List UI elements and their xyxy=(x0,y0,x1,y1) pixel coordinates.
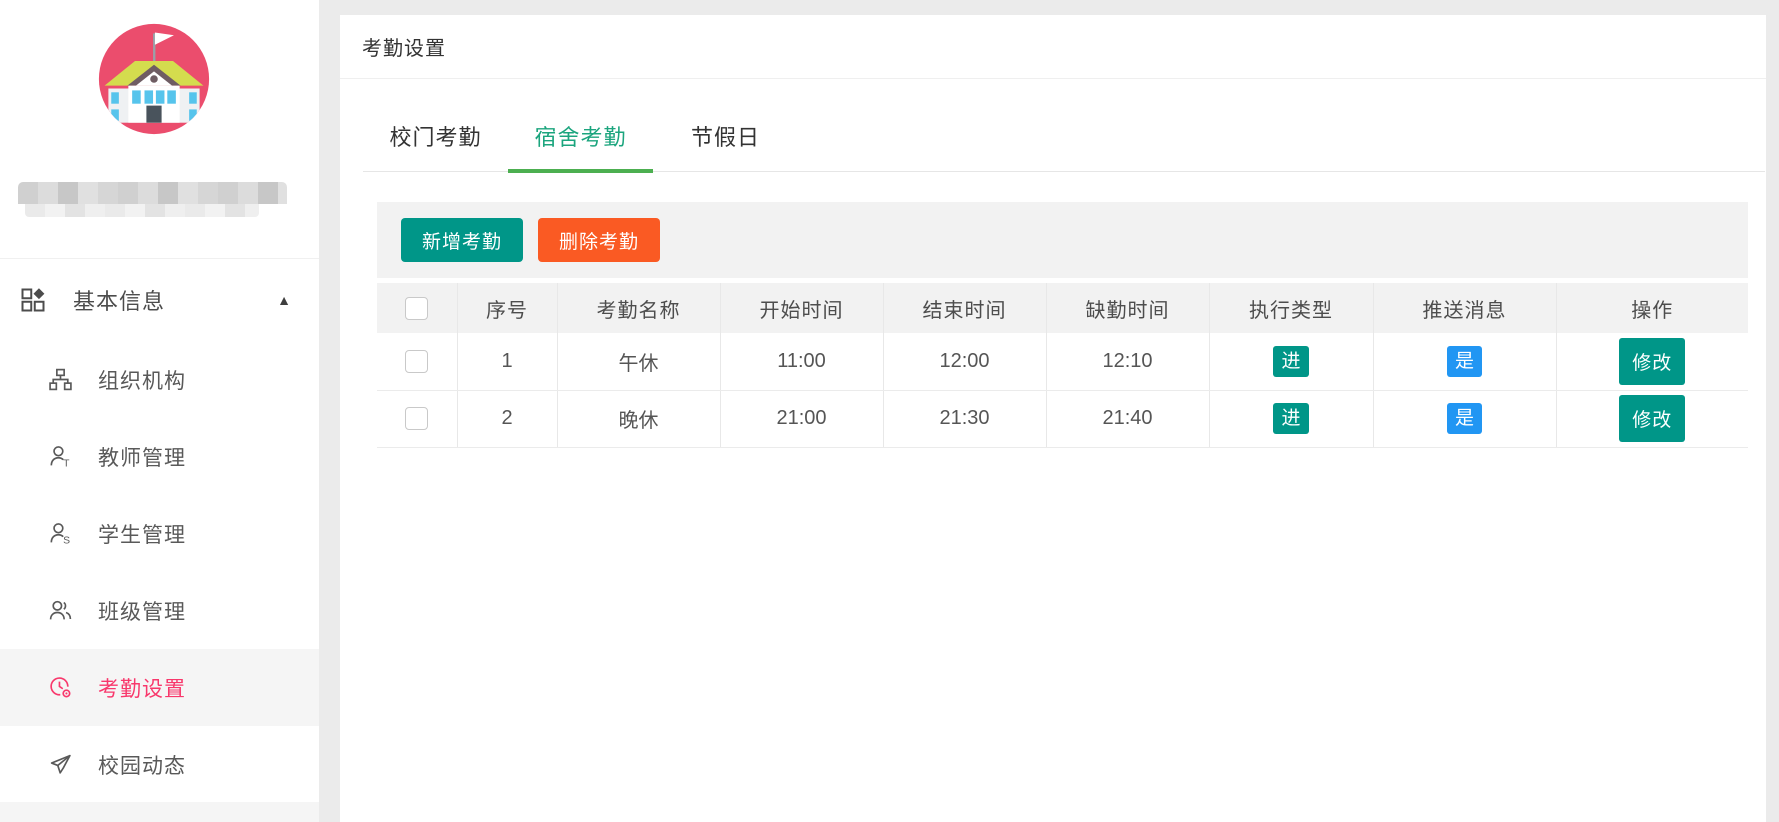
sidebar-item-teachers[interactable]: T 教师管理 xyxy=(0,418,319,495)
content-header: 考勤设置 xyxy=(340,15,1766,79)
column-header-push: 推送消息 xyxy=(1373,283,1556,333)
row-select-cell xyxy=(377,390,457,447)
exec-type-cell: 进 xyxy=(1209,333,1373,390)
row-select-cell xyxy=(377,333,457,390)
table-header-row: 序号 考勤名称 开始时间 结束时间 缺勤时间 执行类型 推送消息 操作 xyxy=(377,283,1748,333)
seq-cell: 2 xyxy=(457,390,557,447)
sidebar-menu: 基本信息 ▲ 组织机构 T 教师管理 xyxy=(0,258,319,803)
column-header-actions: 操作 xyxy=(1556,283,1748,333)
edit-button[interactable]: 修改 xyxy=(1619,395,1685,442)
sidebar-item-students[interactable]: S 学生管理 xyxy=(0,495,319,572)
row-checkbox[interactable] xyxy=(405,407,428,430)
paper-plane-icon xyxy=(48,752,73,777)
student-icon: S xyxy=(48,521,73,546)
column-header-name: 考勤名称 xyxy=(557,283,720,333)
push-badge: 是 xyxy=(1447,346,1482,377)
content-card: 考勤设置 校门考勤 宿舍考勤 节假日 新增考勤 删除考勤 xyxy=(340,15,1766,822)
name-cell: 晚休 xyxy=(557,390,720,447)
edit-button[interactable]: 修改 xyxy=(1619,338,1685,385)
start-time-cell: 21:00 xyxy=(720,390,883,447)
table-row: 1 午休 11:00 12:00 12:10 进 是 修改 xyxy=(377,333,1748,390)
push-badge: 是 xyxy=(1447,403,1482,434)
sidebar-item-classes[interactable]: 班级管理 xyxy=(0,572,319,649)
row-checkbox[interactable] xyxy=(405,350,428,373)
svg-text:T: T xyxy=(63,458,70,469)
table-toolbar: 新增考勤 删除考勤 xyxy=(377,202,1748,278)
column-header-end: 结束时间 xyxy=(883,283,1046,333)
start-time-cell: 11:00 xyxy=(720,333,883,390)
sidebar-item-campus-news[interactable]: 校园动态 xyxy=(0,726,319,803)
action-cell: 修改 xyxy=(1556,390,1748,447)
sidebar-item-label: 考勤设置 xyxy=(98,673,186,703)
grid-icon xyxy=(19,286,47,314)
action-cell: 修改 xyxy=(1556,333,1748,390)
sidebar-item-label: 班级管理 xyxy=(98,596,186,626)
blurred-school-name xyxy=(18,182,287,217)
table-row: 2 晚休 21:00 21:30 21:40 进 是 修改 xyxy=(377,390,1748,447)
sidebar-next-item-partial xyxy=(0,802,319,822)
push-cell: 是 xyxy=(1373,390,1556,447)
tab-holidays[interactable]: 节假日 xyxy=(653,100,798,171)
svg-text:S: S xyxy=(63,535,70,546)
name-cell: 午休 xyxy=(557,333,720,390)
absent-time-cell: 21:40 xyxy=(1046,390,1209,447)
teacher-icon: T xyxy=(48,444,73,469)
sidebar-item-label: 组织机构 xyxy=(98,365,186,395)
end-time-cell: 21:30 xyxy=(883,390,1046,447)
sidebar-section-basic-info[interactable]: 基本信息 ▲ xyxy=(0,259,319,341)
sidebar-item-attendance-settings[interactable]: 考勤设置 xyxy=(0,649,319,726)
tab-school-gate[interactable]: 校门考勤 xyxy=(363,100,508,171)
exec-type-badge: 进 xyxy=(1273,346,1308,377)
column-header-exec-type: 执行类型 xyxy=(1209,283,1373,333)
sidebar-item-label: 校园动态 xyxy=(98,750,186,780)
class-group-icon xyxy=(48,598,73,623)
attendance-table: 序号 考勤名称 开始时间 结束时间 缺勤时间 执行类型 推送消息 操作 1 午 xyxy=(377,283,1748,448)
exec-type-cell: 进 xyxy=(1209,390,1373,447)
seq-cell: 1 xyxy=(457,333,557,390)
page-title: 考勤设置 xyxy=(362,32,446,61)
absent-time-cell: 12:10 xyxy=(1046,333,1209,390)
attendance-table-section: 新增考勤 删除考勤 序号 考勤名称 开始时间 结束时间 缺勤时间 xyxy=(377,202,1748,448)
sidebar-item-organization[interactable]: 组织机构 xyxy=(0,341,319,418)
column-header-start: 开始时间 xyxy=(720,283,883,333)
collapse-arrow-icon: ▲ xyxy=(277,292,291,308)
push-cell: 是 xyxy=(1373,333,1556,390)
attendance-tabbar: 校门考勤 宿舍考勤 节假日 xyxy=(363,100,1765,172)
column-header-seq: 序号 xyxy=(457,283,557,333)
sidebar-section-label: 基本信息 xyxy=(73,284,165,316)
school-building-icon xyxy=(97,22,211,136)
page: 基本信息 ▲ 组织机构 T 教师管理 xyxy=(0,0,1779,822)
add-attendance-button[interactable]: 新增考勤 xyxy=(401,218,523,262)
attendance-clock-icon xyxy=(48,675,73,700)
school-logo-avatar xyxy=(97,22,211,136)
sidebar-item-label: 学生管理 xyxy=(98,519,186,549)
column-header-absent: 缺勤时间 xyxy=(1046,283,1209,333)
sitemap-icon xyxy=(48,367,73,392)
select-all-checkbox[interactable] xyxy=(405,297,428,320)
exec-type-badge: 进 xyxy=(1273,403,1308,434)
sidebar: 基本信息 ▲ 组织机构 T 教师管理 xyxy=(0,0,319,822)
sidebar-item-label: 教师管理 xyxy=(98,442,186,472)
tab-dormitory[interactable]: 宿舍考勤 xyxy=(508,100,653,171)
select-all-cell xyxy=(377,283,457,333)
delete-attendance-button[interactable]: 删除考勤 xyxy=(538,218,660,262)
end-time-cell: 12:00 xyxy=(883,333,1046,390)
